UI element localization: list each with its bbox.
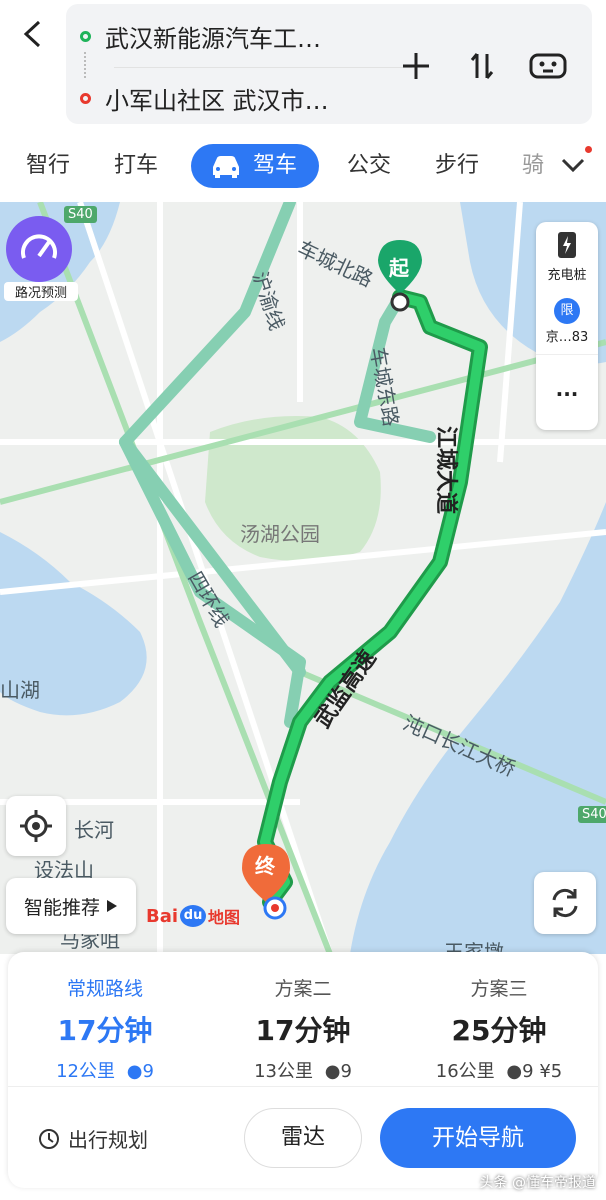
route-info: 12公里 ●9 xyxy=(10,1057,200,1083)
baidu-map-logo: Bai du 地图 xyxy=(146,904,240,928)
start-marker-label: 起 xyxy=(389,256,409,280)
chevron-down-icon xyxy=(561,158,585,173)
add-waypoint-button[interactable] xyxy=(394,44,438,88)
watermark: 头条 @懂车帝报道 xyxy=(479,1175,596,1191)
route-info: 13公里 ●9 xyxy=(208,1057,398,1083)
more-tabs-button[interactable] xyxy=(558,146,594,184)
route-toll: ¥5 xyxy=(539,1061,563,1082)
logo-bai: Bai xyxy=(146,905,179,927)
refresh-button[interactable] xyxy=(534,872,596,934)
back-button[interactable] xyxy=(14,14,50,54)
vehicle-settings-button[interactable] xyxy=(526,44,570,88)
smart-recommend-button[interactable]: 智能推荐 xyxy=(6,878,136,934)
map[interactable]: S40 S40 车城北路 沪渝线 车城东路 江城大道 汤湖公园 四环线 武监高速… xyxy=(0,202,606,954)
locate-icon xyxy=(20,810,52,842)
restriction-plate: 京…83 xyxy=(545,330,589,345)
origin-dot-icon xyxy=(80,30,91,42)
charging-label: 充电桩 xyxy=(547,268,587,283)
address-box: 武汉新能源汽车工… 小军山社区 武汉市… xyxy=(66,4,592,124)
traffic-light-icon: ● xyxy=(506,1061,523,1082)
end-marker-label: 终 xyxy=(255,854,275,878)
route-option-2[interactable]: 方案二 17分钟 13公里 ●9 xyxy=(208,974,398,1083)
route-panel: 常规路线 17分钟 12公里 ●9 方案二 17分钟 13公里 ●9 方案三 2… xyxy=(8,952,598,1188)
route-lights: 9 xyxy=(142,1061,154,1082)
tab-drive-label: 驾车 xyxy=(253,153,298,178)
route-dots xyxy=(84,52,88,78)
map-tools-panel: 充电桩 限 京…83 ··· xyxy=(536,222,598,430)
route-name: 方案三 xyxy=(470,978,528,1000)
destination-field[interactable]: 小军山社区 武汉市… xyxy=(80,78,402,118)
car-settings-icon xyxy=(529,53,567,79)
traffic-forecast-label: 路况预测 xyxy=(4,282,78,301)
charging-pile-icon xyxy=(558,232,576,258)
route-time: 17分钟 xyxy=(255,1014,351,1047)
route-time: 25分钟 xyxy=(451,1014,547,1047)
trip-plan-button[interactable]: 出行规划 xyxy=(38,1124,148,1153)
route-option-3[interactable]: 方案三 25分钟 16公里 ●9 ¥5 xyxy=(404,974,594,1083)
back-arrow-icon xyxy=(23,20,41,48)
notification-dot xyxy=(585,146,592,153)
address-separator xyxy=(114,67,412,68)
top-bar: 武汉新能源汽车工… 小军山社区 武汉市… 智行 打车 驾车 公交 步行 骑 xyxy=(0,0,606,202)
swap-button[interactable] xyxy=(460,44,504,88)
road-badge-s40-right: S40 xyxy=(578,806,606,823)
trip-plan-label: 出行规划 xyxy=(68,1128,148,1152)
label-shanhu: 山湖 xyxy=(0,678,40,702)
route-distance: 13公里 xyxy=(254,1061,313,1082)
tab-taxi[interactable]: 打车 xyxy=(114,146,158,186)
route-name: 常规路线 xyxy=(66,978,143,1000)
label-tanghu-park: 汤湖公园 xyxy=(240,522,320,546)
restriction-button[interactable]: 限 京…83 xyxy=(536,298,598,345)
triangle-right-icon xyxy=(107,900,117,912)
origin-text: 武汉新能源汽车工… xyxy=(105,24,321,53)
more-button[interactable]: ··· xyxy=(536,382,598,406)
traffic-forecast-button[interactable]: 路况预测 xyxy=(4,216,78,306)
destination-text: 小军山社区 武汉市… xyxy=(105,86,329,115)
charging-button[interactable]: 充电桩 xyxy=(536,230,598,283)
tab-bike[interactable]: 骑 xyxy=(522,146,544,186)
panel-divider xyxy=(8,1086,598,1087)
car-icon xyxy=(213,156,239,178)
speedometer-icon xyxy=(6,216,72,282)
tab-transit[interactable]: 公交 xyxy=(347,146,391,186)
mode-tabs: 智行 打车 驾车 公交 步行 骑 xyxy=(0,140,606,192)
radar-button[interactable]: 雷达 xyxy=(244,1108,362,1168)
traffic-light-icon: ● xyxy=(126,1061,143,1082)
tools-divider xyxy=(536,354,598,355)
route-name: 方案二 xyxy=(274,978,332,1000)
plus-icon xyxy=(403,53,429,79)
refresh-icon xyxy=(552,888,578,918)
traffic-light-icon: ● xyxy=(324,1061,341,1082)
label-jiangcheng-ave: 江城大道 xyxy=(433,425,459,515)
smart-recommend-label: 智能推荐 xyxy=(23,896,100,919)
start-navigation-button[interactable]: 开始导航 xyxy=(380,1108,576,1168)
route-lights: 9 xyxy=(340,1061,352,1082)
route-distance: 12公里 xyxy=(56,1061,115,1082)
swap-icon xyxy=(470,53,494,79)
route-option-1[interactable]: 常规路线 17分钟 12公里 ●9 xyxy=(10,974,200,1083)
destination-dot-icon xyxy=(80,92,91,104)
origin-field[interactable]: 武汉新能源汽车工… xyxy=(80,16,402,56)
tab-smart[interactable]: 智行 xyxy=(26,146,70,186)
route-distance: 16公里 xyxy=(435,1061,495,1082)
route-info: 16公里 ●9 ¥5 xyxy=(404,1057,594,1083)
route-lights: 9 xyxy=(522,1061,534,1082)
tab-walk[interactable]: 步行 xyxy=(435,146,479,186)
route-time: 17分钟 xyxy=(57,1014,153,1047)
logo-map: 地图 xyxy=(208,908,241,927)
clock-icon xyxy=(39,1128,59,1149)
label-changhe: 长河 xyxy=(74,818,114,842)
paw-icon: du xyxy=(180,905,207,927)
tab-drive[interactable]: 驾车 xyxy=(191,144,320,188)
restriction-icon: 限 xyxy=(554,298,580,324)
locate-button[interactable] xyxy=(6,796,66,856)
